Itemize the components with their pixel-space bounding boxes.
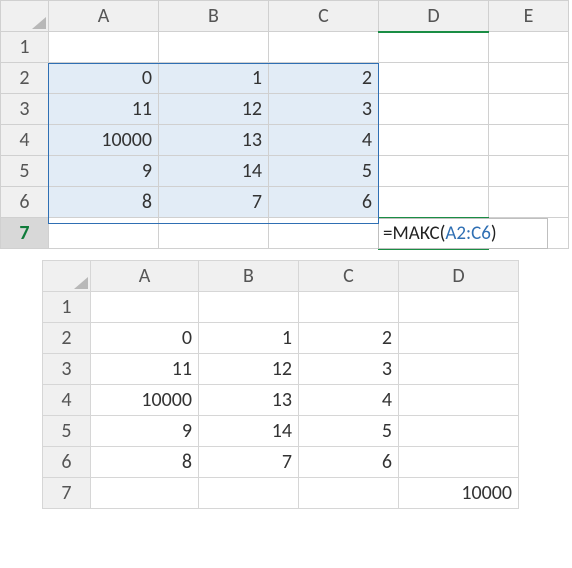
cell-E3[interactable] bbox=[489, 94, 569, 125]
col-header-D[interactable]: D bbox=[379, 1, 489, 32]
cell-B5[interactable]: 14 bbox=[199, 415, 299, 446]
cell-B4[interactable]: 13 bbox=[159, 125, 269, 156]
row-header-4[interactable]: 4 bbox=[1, 125, 49, 156]
cell-D1[interactable] bbox=[379, 32, 489, 63]
cell-C4[interactable]: 4 bbox=[269, 125, 379, 156]
formula-close: ) bbox=[491, 222, 497, 245]
formula-func: =МАКС( bbox=[383, 222, 445, 245]
cell-A4[interactable]: 10000 bbox=[91, 384, 199, 415]
row-header-1[interactable]: 1 bbox=[1, 32, 49, 63]
formula-ref: A2:C6 bbox=[445, 222, 490, 245]
grid[interactable]: A B C D 1 2 0 1 2 3 11 12 3 4 10000 13 4… bbox=[42, 260, 519, 509]
cell-C6[interactable]: 6 bbox=[299, 446, 399, 477]
cell-B6[interactable]: 7 bbox=[199, 446, 299, 477]
row-header-6[interactable]: 6 bbox=[43, 446, 91, 477]
row-header-6[interactable]: 6 bbox=[1, 187, 49, 218]
cell-A7[interactable] bbox=[91, 477, 199, 508]
cell-C7[interactable] bbox=[269, 218, 379, 249]
row-header-3[interactable]: 3 bbox=[1, 94, 49, 125]
cell-D3[interactable] bbox=[399, 353, 519, 384]
cell-E2[interactable] bbox=[489, 63, 569, 94]
spreadsheet-after: A B C D 1 2 0 1 2 3 11 12 3 4 10000 13 4… bbox=[42, 260, 572, 509]
cell-B2[interactable]: 1 bbox=[159, 63, 269, 94]
cell-D5[interactable] bbox=[399, 415, 519, 446]
cell-D3[interactable] bbox=[379, 94, 489, 125]
row-header-1[interactable]: 1 bbox=[43, 291, 91, 322]
cell-C1[interactable] bbox=[299, 291, 399, 322]
cell-C3[interactable]: 3 bbox=[299, 353, 399, 384]
cell-A3[interactable]: 11 bbox=[91, 353, 199, 384]
cell-B3[interactable]: 12 bbox=[199, 353, 299, 384]
grid[interactable]: A B C D E 1 2 0 1 2 3 11 12 3 4 10000 13… bbox=[0, 0, 569, 250]
cell-C3[interactable]: 3 bbox=[269, 94, 379, 125]
select-all-corner[interactable] bbox=[43, 260, 91, 291]
select-all-corner[interactable] bbox=[1, 1, 49, 32]
row-header-5[interactable]: 5 bbox=[43, 415, 91, 446]
cell-A6[interactable]: 8 bbox=[49, 187, 159, 218]
cell-E5[interactable] bbox=[489, 156, 569, 187]
cell-C2[interactable]: 2 bbox=[299, 322, 399, 353]
row-header-7[interactable]: 7 bbox=[1, 218, 49, 249]
cell-B1[interactable] bbox=[199, 291, 299, 322]
cell-A5[interactable]: 9 bbox=[49, 156, 159, 187]
cell-C1[interactable] bbox=[269, 32, 379, 63]
cell-C2[interactable]: 2 bbox=[269, 63, 379, 94]
cell-D4[interactable] bbox=[399, 384, 519, 415]
cell-C6[interactable]: 6 bbox=[269, 187, 379, 218]
cell-D2[interactable] bbox=[399, 322, 519, 353]
cell-B7[interactable] bbox=[159, 218, 269, 249]
cell-D7-editing[interactable]: =МАКС(A2:C6) bbox=[379, 218, 489, 249]
cell-D2[interactable] bbox=[379, 63, 489, 94]
cell-B6[interactable]: 7 bbox=[159, 187, 269, 218]
cell-A1[interactable] bbox=[91, 291, 199, 322]
cell-E1[interactable] bbox=[489, 32, 569, 63]
cell-A1[interactable] bbox=[49, 32, 159, 63]
cell-E4[interactable] bbox=[489, 125, 569, 156]
cell-D7[interactable]: 10000 bbox=[399, 477, 519, 508]
cell-C4[interactable]: 4 bbox=[299, 384, 399, 415]
cell-D5[interactable] bbox=[379, 156, 489, 187]
col-header-A[interactable]: A bbox=[49, 1, 159, 32]
cell-C5[interactable]: 5 bbox=[299, 415, 399, 446]
cell-A2[interactable]: 0 bbox=[49, 63, 159, 94]
cell-B1[interactable] bbox=[159, 32, 269, 63]
cell-B7[interactable] bbox=[199, 477, 299, 508]
spreadsheet-before: A B C D E 1 2 0 1 2 3 11 12 3 4 10000 13… bbox=[0, 0, 572, 250]
col-header-A[interactable]: A bbox=[91, 260, 199, 291]
cell-C5[interactable]: 5 bbox=[269, 156, 379, 187]
cell-E6[interactable] bbox=[489, 187, 569, 218]
cell-A5[interactable]: 9 bbox=[91, 415, 199, 446]
cell-D1[interactable] bbox=[399, 291, 519, 322]
cell-A6[interactable]: 8 bbox=[91, 446, 199, 477]
col-header-D[interactable]: D bbox=[399, 260, 519, 291]
row-header-2[interactable]: 2 bbox=[43, 322, 91, 353]
row-header-2[interactable]: 2 bbox=[1, 63, 49, 94]
cell-D6[interactable] bbox=[399, 446, 519, 477]
cell-D4[interactable] bbox=[379, 125, 489, 156]
cell-A3[interactable]: 11 bbox=[49, 94, 159, 125]
col-header-B[interactable]: B bbox=[159, 1, 269, 32]
cell-B5[interactable]: 14 bbox=[159, 156, 269, 187]
cell-C7[interactable] bbox=[299, 477, 399, 508]
row-header-5[interactable]: 5 bbox=[1, 156, 49, 187]
cell-A2[interactable]: 0 bbox=[91, 322, 199, 353]
cell-B2[interactable]: 1 bbox=[199, 322, 299, 353]
cell-A4[interactable]: 10000 bbox=[49, 125, 159, 156]
col-header-C[interactable]: C bbox=[269, 1, 379, 32]
formula-editor[interactable]: =МАКС(A2:C6) bbox=[378, 218, 548, 249]
row-header-7[interactable]: 7 bbox=[43, 477, 91, 508]
cell-D6[interactable] bbox=[379, 187, 489, 218]
cell-A7[interactable] bbox=[49, 218, 159, 249]
row-header-3[interactable]: 3 bbox=[43, 353, 91, 384]
col-header-C[interactable]: C bbox=[299, 260, 399, 291]
col-header-E[interactable]: E bbox=[489, 1, 569, 32]
col-header-B[interactable]: B bbox=[199, 260, 299, 291]
cell-B4[interactable]: 13 bbox=[199, 384, 299, 415]
row-header-4[interactable]: 4 bbox=[43, 384, 91, 415]
cell-B3[interactable]: 12 bbox=[159, 94, 269, 125]
